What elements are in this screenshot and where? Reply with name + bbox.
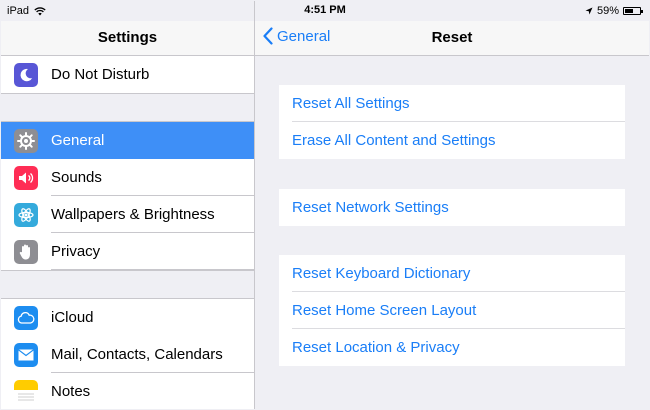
sidebar-item-label: Notes [51,383,91,400]
sidebar-item-label: Do Not Disturb [51,66,150,83]
erase-all-content-button[interactable]: Erase All Content and Settings [279,122,625,159]
sidebar-item-label: iCloud [51,309,94,326]
reset-home-screen-layout-button[interactable]: Reset Home Screen Layout [279,292,625,329]
notes-icon [14,379,38,404]
reset-network-settings-button[interactable]: Reset Network Settings [279,189,625,226]
sidebar-item-icloud[interactable]: iCloud [1,299,254,336]
cloud-icon [14,305,38,330]
sidebar-item-notes[interactable]: Notes [1,373,254,409]
reset-location-privacy-button[interactable]: Reset Location & Privacy [279,329,625,366]
sidebar-item-wallpapers-brightness[interactable]: Wallpapers & Brightness [1,196,254,233]
settings-sidebar: Settings Do Not Disturb General Sounds W… [1,1,255,409]
detail-header: General Reset [255,21,649,56]
reset-group: Reset Network Settings [279,189,625,226]
sidebar-item-general[interactable]: General [1,122,254,159]
hand-icon [14,239,38,264]
status-time: 4:51 PM [304,4,346,16]
battery-icon [623,7,643,15]
status-right: 59% [585,5,643,17]
moon-icon [14,62,38,87]
sidebar-header: Settings [1,21,254,56]
sidebar-item-sounds[interactable]: Sounds [1,159,254,196]
sidebar-title: Settings [97,29,158,46]
battery-fill [625,9,634,13]
gear-icon [14,128,38,153]
sidebar-group: General Sounds Wallpapers & Brightness P… [1,121,254,271]
reset-keyboard-dictionary-button[interactable]: Reset Keyboard Dictionary [279,255,625,292]
ipad-settings-screen: iPad 4:51 PM 59% Settings Do Not Disturb… [1,1,649,409]
sidebar-item-label: Wallpapers & Brightness [51,206,215,223]
sidebar-item-label: Mail, Contacts, Calendars [51,346,223,363]
reset-all-settings-button[interactable]: Reset All Settings [279,85,625,122]
status-bar: iPad 4:51 PM 59% [1,1,649,21]
location-arrow-icon [585,7,593,15]
battery-percent: 59% [596,5,619,17]
reset-detail-pane: General Reset Reset All Settings Erase A… [255,1,649,409]
sidebar-group: iCloud Mail, Contacts, Calendars Notes [1,298,254,409]
sidebar-group: Do Not Disturb [1,55,254,94]
sidebar-item-label: General [51,132,105,149]
speaker-icon [14,165,38,190]
sidebar-item-do-not-disturb[interactable]: Do Not Disturb [1,56,254,93]
sidebar-item-privacy[interactable]: Privacy [1,233,254,270]
reset-group: Reset Keyboard Dictionary Reset Home Scr… [279,255,625,366]
sidebar-item-label: Privacy [51,243,101,260]
reset-group: Reset All Settings Erase All Content and… [279,85,625,159]
envelope-icon [14,342,38,367]
sidebar-item-mail-contacts-calendars[interactable]: Mail, Contacts, Calendars [1,336,254,373]
flower-icon [14,202,38,227]
sidebar-item-label: Sounds [51,169,102,186]
detail-title: Reset [431,29,473,46]
